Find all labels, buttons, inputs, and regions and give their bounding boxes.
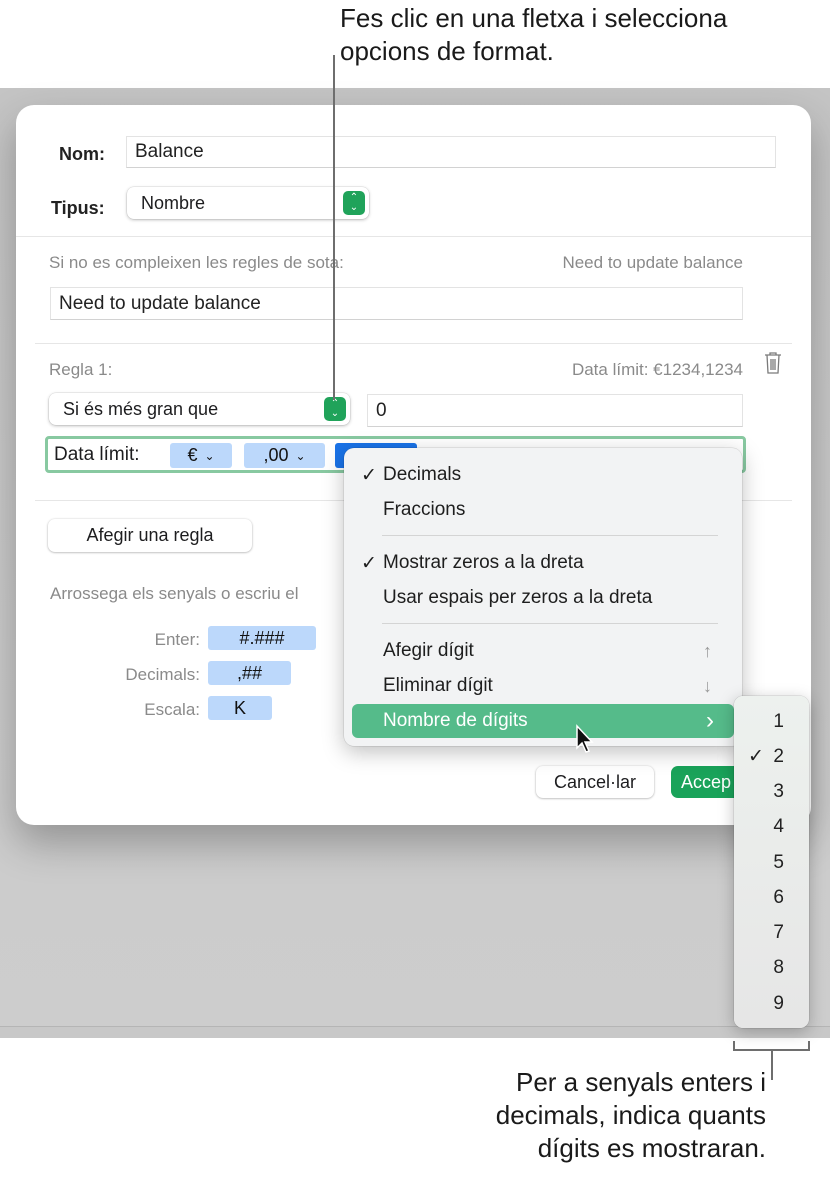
checkmark-icon: ✓: [361, 552, 377, 574]
menu-item-show-trailing-zeros[interactable]: ✓ Mostrar zeros a la dreta: [352, 546, 734, 580]
submenu-item-label: 3: [773, 780, 784, 802]
arrow-up-icon: ↑: [703, 640, 712, 661]
scale-token[interactable]: K: [208, 696, 272, 720]
chevron-right-icon: ›: [706, 707, 714, 734]
currency-token-value: €: [187, 445, 198, 465]
callout-leader-line: [771, 1050, 773, 1080]
menu-item-label: Fraccions: [383, 499, 466, 520]
menu-item-fractions[interactable]: Fraccions: [352, 493, 734, 527]
callout-bottom: Per a senyals enters i decimals, indica …: [496, 1066, 766, 1165]
mouse-pointer-icon: [575, 724, 597, 759]
fallback-field[interactable]: Need to update balance: [50, 287, 743, 320]
stepper-icon: ⌃ ⌄: [343, 191, 365, 215]
submenu-item[interactable]: 9: [734, 986, 809, 1021]
menu-item-label: Decimals: [383, 464, 462, 485]
type-popup-value: Nombre: [141, 192, 206, 213]
rule-title: Regla 1:: [49, 360, 113, 379]
format-field-label: Data límit:: [54, 444, 140, 465]
condition-value-field[interactable]: 0: [367, 394, 743, 427]
submenu-item-label: 7: [773, 921, 784, 943]
fallback-label: Si no es compleixen les regles de sota:: [49, 253, 344, 272]
submenu-item-label: 9: [773, 992, 784, 1014]
digits-submenu: 1 ✓ 2 3 4 5 6 7 8 9: [734, 696, 809, 1028]
fallback-field-value: Need to update balance: [59, 292, 261, 314]
submenu-item-label: 2: [773, 745, 784, 767]
decimals-token[interactable]: ,##: [208, 661, 291, 685]
type-label: Tipus:: [51, 198, 105, 218]
menu-item-remove-digit[interactable]: Eliminar dígit ↓: [352, 669, 734, 703]
instructions-text: Arrossega els senyals o escriu el: [50, 584, 299, 603]
menu-item-use-spaces[interactable]: Usar espais per zeros a la dreta: [352, 581, 734, 615]
name-field-value: Balance: [135, 141, 204, 162]
divider: [16, 236, 811, 237]
submenu-item[interactable]: 3: [734, 774, 809, 809]
divider: [35, 343, 792, 344]
condition-popup-value: Si és més gran que: [63, 398, 219, 419]
callout-leader-line: [333, 55, 335, 400]
name-label: Nom:: [59, 144, 105, 164]
stepper-icon: ⌃ ⌄: [324, 397, 346, 421]
menu-separator: [382, 623, 718, 624]
submenu-item[interactable]: 4: [734, 809, 809, 844]
integer-token[interactable]: #.###: [208, 626, 316, 650]
currency-token[interactable]: € ⌄: [170, 443, 232, 468]
menu-item-label: Eliminar dígit: [383, 675, 493, 696]
trash-icon[interactable]: [764, 351, 782, 375]
name-field[interactable]: Balance: [126, 136, 776, 168]
submenu-item-selected[interactable]: ✓ 2: [734, 739, 809, 774]
checkmark-icon: ✓: [748, 746, 764, 767]
submenu-item-label: 5: [773, 851, 784, 873]
decimal-token-value: ,00: [263, 445, 289, 465]
submenu-item[interactable]: 1: [734, 704, 809, 739]
chevron-down-icon: ⌄: [295, 448, 306, 463]
submenu-item-label: 1: [773, 710, 784, 732]
submenu-item-label: 4: [773, 815, 784, 837]
rule-preview: Data límit: €1234,1234: [571, 360, 743, 379]
menu-item-label: Mostrar zeros a la dreta: [383, 552, 584, 573]
menu-item-label: Afegir dígit: [383, 640, 474, 661]
checkmark-icon: ✓: [361, 464, 377, 486]
callout-top-line-2: opcions de format.: [340, 36, 554, 66]
menu-item-label: Usar espais per zeros a la dreta: [383, 587, 653, 608]
desktop-bar: [0, 1026, 830, 1038]
submenu-item-label: 8: [773, 956, 784, 978]
callout-bottom-line-2: decimals, indica quants: [495, 1100, 766, 1130]
callout-bottom-line-1: Per a senyals enters i: [515, 1067, 766, 1097]
callout-top: Fes clic en una fletxa i selecciona opci…: [340, 2, 727, 68]
callout-top-line-1: Fes clic en una fletxa i selecciona: [340, 3, 728, 33]
chevron-down-icon: ⌄: [204, 448, 215, 463]
submenu-item[interactable]: 5: [734, 845, 809, 880]
scale-label: Escala:: [144, 700, 200, 719]
submenu-item-label: 6: [773, 886, 784, 908]
menu-item-add-digit[interactable]: Afegir dígit ↑: [352, 634, 734, 668]
menu-item-label: Nombre de dígits: [383, 710, 528, 731]
fallback-preview: Need to update balance: [562, 253, 743, 272]
decimals-label: Decimals:: [125, 665, 200, 684]
decimal-token[interactable]: ,00 ⌄: [244, 443, 325, 468]
arrow-down-icon: ↓: [703, 675, 712, 696]
submenu-item[interactable]: 6: [734, 880, 809, 915]
callout-bottom-line-3: dígits es mostraran.: [537, 1133, 766, 1163]
submenu-item[interactable]: 7: [734, 915, 809, 950]
cancel-button[interactable]: Cancel·lar: [536, 766, 654, 798]
condition-popup[interactable]: Si és més gran que ⌃ ⌄: [49, 393, 350, 425]
format-options-menu: ✓ Decimals Fraccions ✓ Mostrar zeros a l…: [344, 448, 742, 746]
menu-item-number-of-digits[interactable]: Nombre de dígits ›: [352, 704, 734, 738]
integer-label: Enter:: [154, 630, 200, 649]
menu-item-decimals[interactable]: ✓ Decimals: [352, 458, 734, 492]
condition-value: 0: [376, 399, 387, 421]
add-rule-button[interactable]: Afegir una regla: [48, 519, 252, 552]
menu-separator: [382, 535, 718, 536]
submenu-item[interactable]: 8: [734, 950, 809, 985]
